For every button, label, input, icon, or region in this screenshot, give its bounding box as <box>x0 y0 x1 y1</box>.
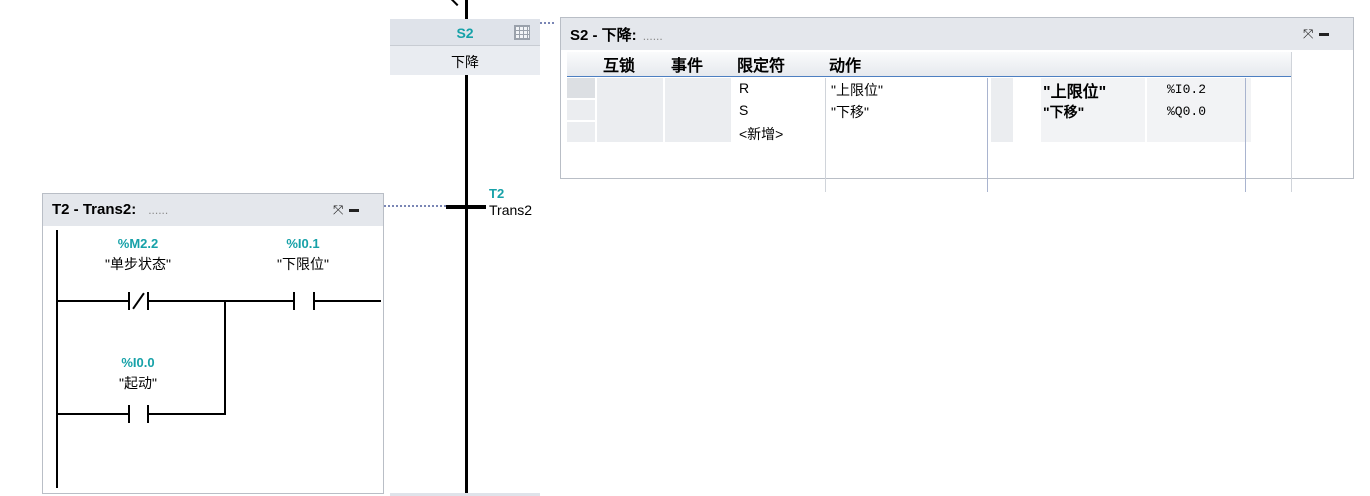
contact-plate <box>128 292 130 310</box>
contact-address[interactable]: %I0.1 <box>263 236 343 251</box>
transition-panel-title: T2 - Trans2:...... <box>52 201 168 218</box>
transition-number: T2 <box>489 186 505 201</box>
contact-plate <box>128 405 130 423</box>
minimize-icon[interactable] <box>1319 33 1330 37</box>
col-divider <box>987 78 988 192</box>
qualifier-cell[interactable]: R <box>739 80 749 100</box>
flow-arrow-icon <box>449 0 465 7</box>
transition-link-line <box>384 205 446 207</box>
transition-bar[interactable] <box>446 205 486 209</box>
branch-wire <box>58 413 128 415</box>
contact-address[interactable]: %M2.2 <box>98 236 178 251</box>
minimize-icon[interactable] <box>349 209 360 213</box>
add-new-action[interactable]: <新增> <box>739 124 783 144</box>
action-cell[interactable]: "下移" <box>831 102 869 122</box>
col-header-event[interactable]: 事件 <box>671 52 703 76</box>
contact-plate <box>293 292 295 310</box>
power-rail <box>56 230 58 488</box>
rung-wire <box>315 300 381 302</box>
step-detail-panel: S2 - 下降:...... ⤧ 互锁 事件 限定符 动作 R "上限位" "上… <box>560 17 1354 192</box>
col-divider <box>1291 52 1292 192</box>
step-header: S2 <box>390 19 540 46</box>
row-selector[interactable] <box>567 100 595 120</box>
col-header-interlock[interactable]: 互锁 <box>603 52 635 76</box>
contact-name[interactable]: "起动" <box>88 373 188 393</box>
step-s2-box[interactable]: S2 下降 <box>390 19 540 75</box>
contact-address[interactable]: %I0.0 <box>98 355 178 370</box>
rung-wire <box>58 300 128 302</box>
nc-slash <box>132 292 145 310</box>
operand-name: "下移" <box>1043 104 1085 120</box>
operand-selector[interactable] <box>991 78 1013 142</box>
rung-wire <box>149 300 293 302</box>
step-body: 下降 <box>390 46 540 75</box>
step-panel-title-text: S2 - 下降: <box>570 27 637 44</box>
col-divider <box>825 78 826 192</box>
transition-panel-title-text: T2 - Trans2: <box>52 201 137 218</box>
operand-address: %Q0.0 <box>1167 104 1207 119</box>
transition-panel-header: T2 - Trans2:...... ⤧ <box>43 194 383 226</box>
transition-comment-field[interactable]: ...... <box>148 203 168 217</box>
interlock-cells[interactable] <box>597 78 663 142</box>
col-divider <box>1245 78 1246 192</box>
step-panel-title: S2 - 下降:...... <box>570 24 663 45</box>
branch-wire <box>224 300 226 414</box>
event-cells[interactable] <box>665 78 731 142</box>
qualifier-cell[interactable]: S <box>739 102 748 122</box>
action-cell[interactable]: "上限位" <box>831 80 883 100</box>
contact-name[interactable]: "单步状态" <box>88 254 188 274</box>
step-comment-field[interactable]: ...... <box>643 29 663 43</box>
row-selector[interactable] <box>567 78 595 98</box>
step-actions-grid-icon[interactable] <box>514 25 530 40</box>
col-header-qualifier[interactable]: 限定符 <box>737 52 785 76</box>
step-link-line <box>540 22 554 24</box>
branch-wire <box>149 413 226 415</box>
contact-name[interactable]: "下限位" <box>253 254 353 274</box>
transition-name: Trans2 <box>489 202 533 218</box>
maximize-icon[interactable]: ⤧ <box>1303 26 1313 41</box>
step-panel-controls: ⤧ <box>1303 26 1330 42</box>
operand-address: %I0.2 <box>1167 82 1207 97</box>
col-header-action[interactable]: 动作 <box>829 52 861 76</box>
operand-name: "上限位" <box>1043 84 1107 101</box>
step-name: 下降 <box>451 54 479 70</box>
step-panel-header: S2 - 下降:...... ⤧ <box>561 18 1353 50</box>
transition-panel-controls: ⤧ <box>333 202 360 218</box>
transition-detail-panel: T2 - Trans2:...... ⤧ %M2.2 "单步状态" %I0.1 … <box>42 193 384 494</box>
maximize-icon[interactable]: ⤧ <box>333 202 343 217</box>
row-selector[interactable] <box>567 122 595 142</box>
